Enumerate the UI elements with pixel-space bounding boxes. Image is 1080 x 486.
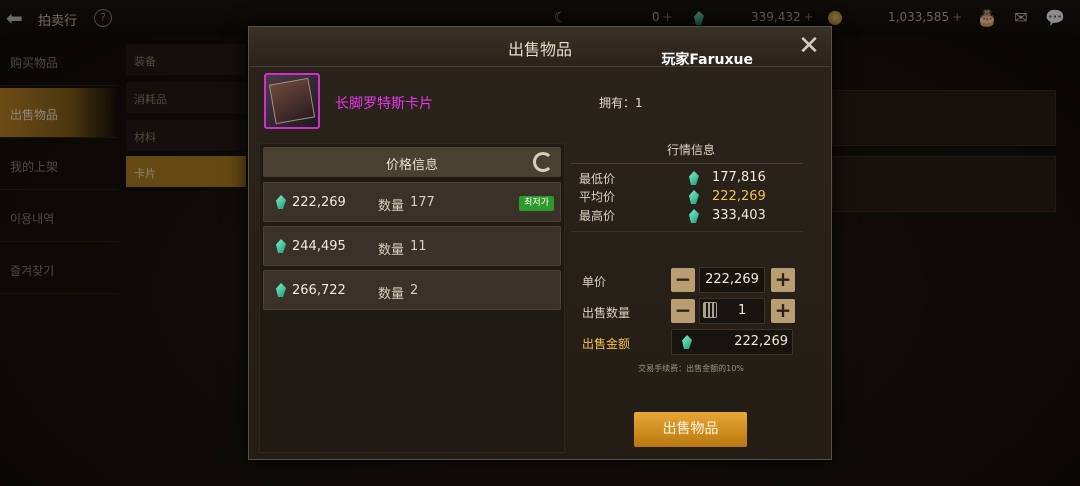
owned-count: 拥有：1 xyxy=(599,96,643,110)
sell-item-button[interactable]: 出售物品 xyxy=(634,412,747,447)
row-qty: 2 xyxy=(410,283,419,298)
unit-price-minus-button[interactable]: − xyxy=(671,268,695,292)
sell-qty-label: 出售数量 xyxy=(582,306,631,320)
unit-price-input[interactable]: 222,269 xyxy=(699,267,765,293)
divider xyxy=(571,231,803,232)
sell-total-field: 222,269 xyxy=(671,329,793,355)
avg-price-value: 222,269 xyxy=(712,189,766,204)
item-name: 长脚罗特斯卡片 xyxy=(335,96,433,112)
refresh-icon[interactable] xyxy=(533,152,553,172)
row-qty-label: 数量 xyxy=(378,199,405,214)
price-info-panel: 价格信息 222,269 数量 177 최저가 244,495 数量 11 26… xyxy=(259,143,565,453)
row-price: 222,269 xyxy=(292,195,346,210)
sell-item-dialog: 出售物品 玩家Faruxue ✕ 长脚罗特斯卡片 拥有：1 价格信息 222,2… xyxy=(248,26,832,460)
divider xyxy=(571,163,803,164)
gem-icon xyxy=(689,190,699,204)
row-price: 244,495 xyxy=(292,239,346,254)
min-price-label: 最低价 xyxy=(579,172,616,186)
gem-icon xyxy=(682,335,692,349)
row-qty: 177 xyxy=(410,195,435,210)
close-icon[interactable]: ✕ xyxy=(797,33,821,59)
row-qty-label: 数量 xyxy=(378,243,405,258)
gem-icon xyxy=(689,209,699,223)
price-row[interactable]: 222,269 数量 177 최저가 xyxy=(263,182,561,222)
min-price-value: 177,816 xyxy=(712,170,766,185)
gem-icon xyxy=(276,283,286,297)
calculator-icon[interactable] xyxy=(703,302,717,318)
price-info-title: 价格信息 xyxy=(385,158,438,173)
price-row[interactable]: 266,722 数量 2 xyxy=(263,270,561,310)
sell-total-label: 出售金额 xyxy=(582,337,631,351)
player-name: 玩家Faruxue xyxy=(661,52,753,68)
item-card-icon xyxy=(264,73,320,129)
qty-plus-button[interactable]: + xyxy=(771,299,795,323)
sell-qty-value: 1 xyxy=(738,303,747,318)
dialog-header: 出售物品 玩家Faruxue ✕ xyxy=(249,27,831,68)
gem-icon xyxy=(276,239,286,253)
avg-price-label: 平均价 xyxy=(579,190,616,204)
row-price: 266,722 xyxy=(292,283,346,298)
price-row[interactable]: 244,495 数量 11 xyxy=(263,226,561,266)
max-price-label: 最高价 xyxy=(579,209,616,223)
market-info-title: 行情信息 xyxy=(666,143,715,157)
fee-note: 交易手续费：出售金额的10% xyxy=(638,364,744,373)
price-info-header: 价格信息 xyxy=(263,147,561,177)
lowest-price-badge: 최저가 xyxy=(519,196,554,211)
sell-total-value: 222,269 xyxy=(734,334,788,349)
unit-price-label: 单价 xyxy=(582,275,607,289)
gem-icon xyxy=(276,195,286,209)
card-art xyxy=(268,77,316,125)
row-qty-label: 数量 xyxy=(378,287,405,302)
qty-minus-button[interactable]: − xyxy=(671,299,695,323)
max-price-value: 333,403 xyxy=(712,208,766,223)
row-qty: 11 xyxy=(410,239,427,254)
gem-icon xyxy=(689,171,699,185)
unit-price-plus-button[interactable]: + xyxy=(771,268,795,292)
